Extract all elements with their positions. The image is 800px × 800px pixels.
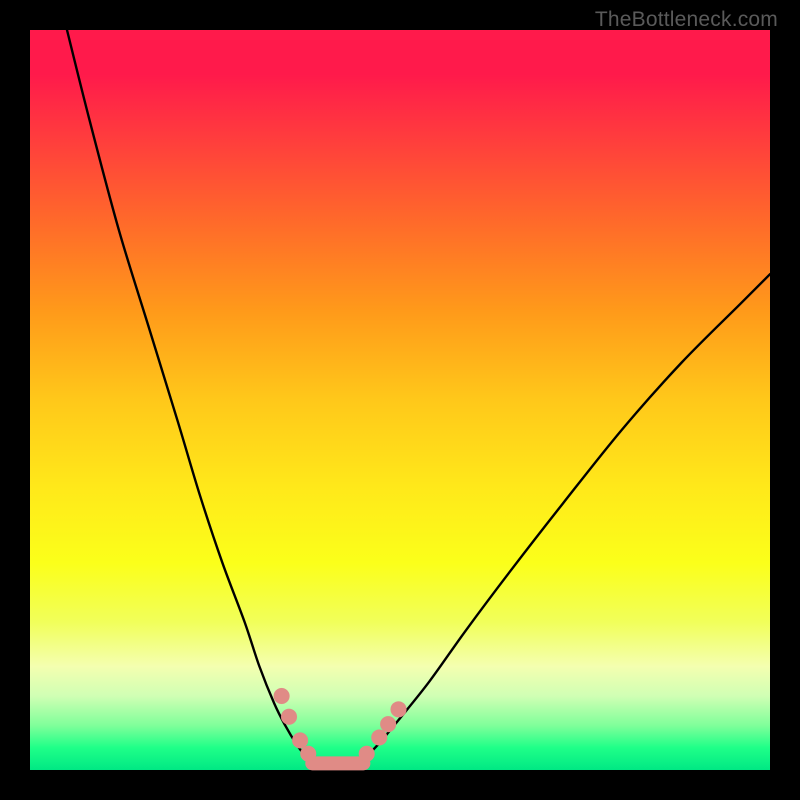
data-marker bbox=[281, 709, 297, 725]
curve-right-curve bbox=[363, 274, 770, 759]
data-marker bbox=[380, 716, 396, 732]
markers-layer bbox=[274, 688, 407, 770]
curves-layer bbox=[67, 30, 770, 760]
data-marker bbox=[391, 701, 407, 717]
watermark-label: TheBottleneck.com bbox=[595, 8, 778, 32]
data-marker bbox=[300, 746, 316, 762]
curve-left-curve bbox=[67, 30, 311, 760]
chart-frame: TheBottleneck.com bbox=[0, 0, 800, 800]
data-marker bbox=[359, 746, 375, 762]
data-marker bbox=[292, 732, 308, 748]
chart-svg bbox=[30, 30, 770, 770]
data-marker bbox=[274, 688, 290, 704]
data-marker bbox=[371, 729, 387, 745]
